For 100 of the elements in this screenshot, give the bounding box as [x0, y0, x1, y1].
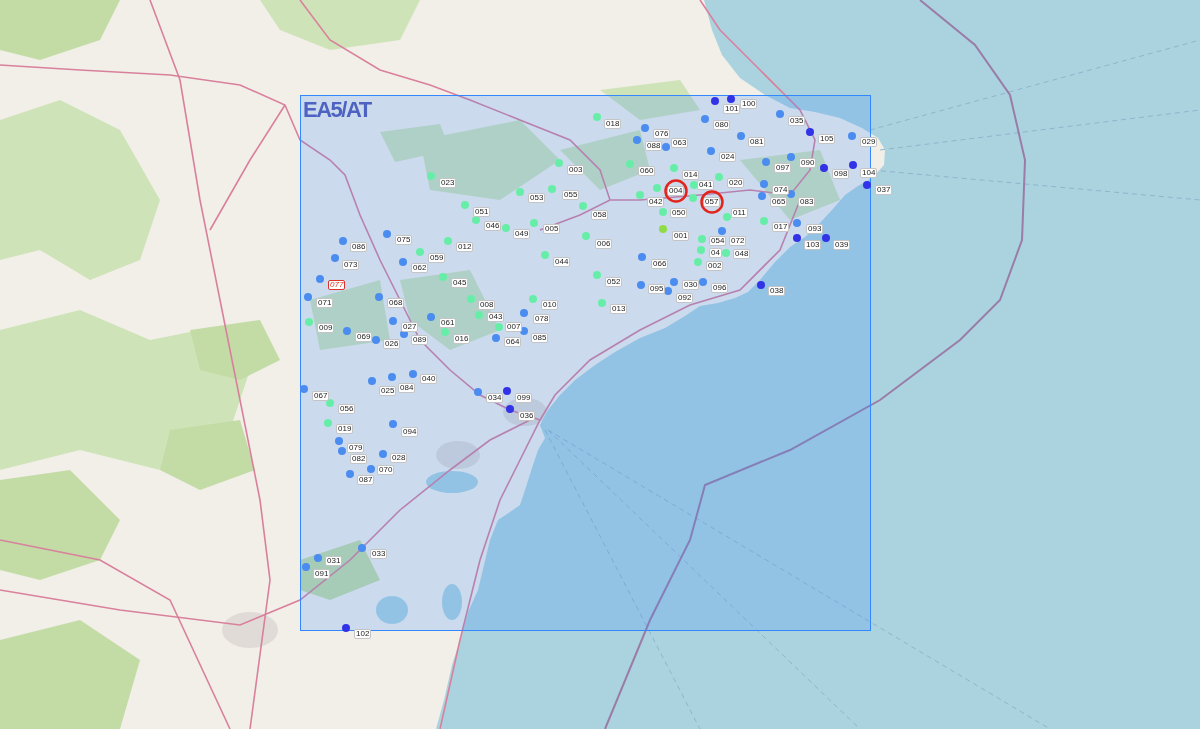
station-label: 084 — [398, 383, 416, 393]
station-label: 074 — [772, 185, 790, 195]
station-label: 073 — [342, 260, 360, 270]
station-label: 037 — [875, 185, 893, 195]
station-label: 057 — [703, 197, 721, 207]
station-label: 025 — [379, 386, 397, 396]
station-label: 055 — [562, 190, 580, 200]
station-label: 010 — [541, 300, 559, 310]
station-label: 082 — [350, 454, 368, 464]
station-label: 044 — [553, 257, 571, 267]
station-label: 089 — [411, 335, 429, 345]
station-label: 019 — [336, 424, 354, 434]
station-label: 035 — [788, 116, 806, 126]
station-label: 016 — [453, 334, 471, 344]
station-label: 103 — [804, 240, 822, 250]
station-label: 030 — [682, 280, 700, 290]
station-label: 096 — [711, 283, 729, 293]
station-label: 017 — [772, 222, 790, 232]
station-label: 046 — [484, 221, 502, 231]
station-label: 003 — [567, 165, 585, 175]
station-label: 051 — [473, 207, 491, 217]
station-label: 007 — [505, 322, 523, 332]
station-label: 006 — [595, 239, 613, 249]
station-label: 014 — [682, 170, 700, 180]
station-label: 036 — [518, 411, 536, 421]
station-label: 054 — [709, 236, 727, 246]
station-label: 038 — [768, 286, 786, 296]
station-label: 063 — [671, 138, 689, 148]
station-label: 077 — [328, 280, 346, 290]
station-label: 065 — [770, 197, 788, 207]
station-label: 058 — [591, 210, 609, 220]
station-label: 012 — [456, 242, 474, 252]
station-label: 068 — [387, 298, 405, 308]
station-label: 042 — [647, 197, 665, 207]
station-label: 050 — [670, 208, 688, 218]
station-label: 002 — [706, 261, 724, 271]
station-label: 070 — [377, 465, 395, 475]
station-label: 043 — [487, 312, 505, 322]
station-label: 078 — [533, 314, 551, 324]
station-label: 095 — [648, 284, 666, 294]
station-label: 080 — [713, 120, 731, 130]
station-label: 075 — [395, 235, 413, 245]
area-title: EA5/AT — [303, 98, 371, 122]
station-label: 101 — [723, 104, 741, 114]
station-label: 013 — [610, 304, 628, 314]
station-label: 079 — [347, 443, 365, 453]
station-label: 024 — [719, 152, 737, 162]
station-label: 056 — [338, 404, 356, 414]
station-label: 093 — [806, 224, 824, 234]
station-label: 072 — [729, 236, 747, 246]
station-label: 001 — [672, 231, 690, 241]
station-label: 048 — [733, 249, 751, 259]
station-label: 053 — [528, 193, 546, 203]
station-label: 092 — [676, 293, 694, 303]
station-label: 087 — [357, 475, 375, 485]
station-label: 085 — [531, 333, 549, 343]
station-label: 064 — [504, 337, 522, 347]
station-label: 076 — [653, 129, 671, 139]
station-label: 086 — [350, 242, 368, 252]
station-label: 020 — [727, 178, 745, 188]
station-label: 102 — [354, 629, 372, 639]
station-label: 094 — [401, 427, 419, 437]
station-label: 018 — [604, 119, 622, 129]
station-label: 011 — [731, 208, 748, 218]
station-label: 062 — [411, 263, 429, 273]
station-label: 066 — [651, 259, 669, 269]
station-label: 083 — [798, 197, 816, 207]
station-label: 099 — [515, 393, 533, 403]
station-label: 005 — [543, 224, 561, 234]
station-label: 061 — [439, 318, 457, 328]
station-label: 105 — [818, 134, 836, 144]
station-label: 071 — [316, 298, 334, 308]
station-label: 100 — [740, 99, 758, 109]
station-label: 023 — [439, 178, 457, 188]
station-label: 049 — [513, 229, 531, 239]
station-label: 027 — [401, 322, 419, 332]
station-label: 039 — [833, 240, 851, 250]
station-label: 033 — [370, 549, 388, 559]
station-label: 081 — [748, 137, 766, 147]
station-label: 045 — [451, 278, 469, 288]
station-label: 008 — [478, 300, 496, 310]
station-label: 041 — [697, 180, 715, 190]
station-label: 059 — [428, 253, 446, 263]
station-label: 028 — [390, 453, 408, 463]
station-label: 04 — [709, 248, 722, 258]
station-label: 090 — [799, 158, 817, 168]
station-label: 052 — [605, 277, 623, 287]
station-label: 031 — [325, 556, 343, 566]
station-label: 098 — [832, 169, 850, 179]
station-label: 088 — [645, 141, 663, 151]
station-label: 104 — [860, 168, 878, 178]
station-label: 029 — [860, 137, 878, 147]
station-label: 004 — [667, 186, 685, 196]
station-label: 067 — [312, 391, 330, 401]
station-label: 026 — [383, 339, 401, 349]
station-label: 040 — [420, 374, 438, 384]
station-label: 097 — [774, 163, 792, 173]
station-label: 034 — [486, 393, 504, 403]
station-label: 069 — [355, 332, 373, 342]
station-label: 060 — [638, 166, 656, 176]
